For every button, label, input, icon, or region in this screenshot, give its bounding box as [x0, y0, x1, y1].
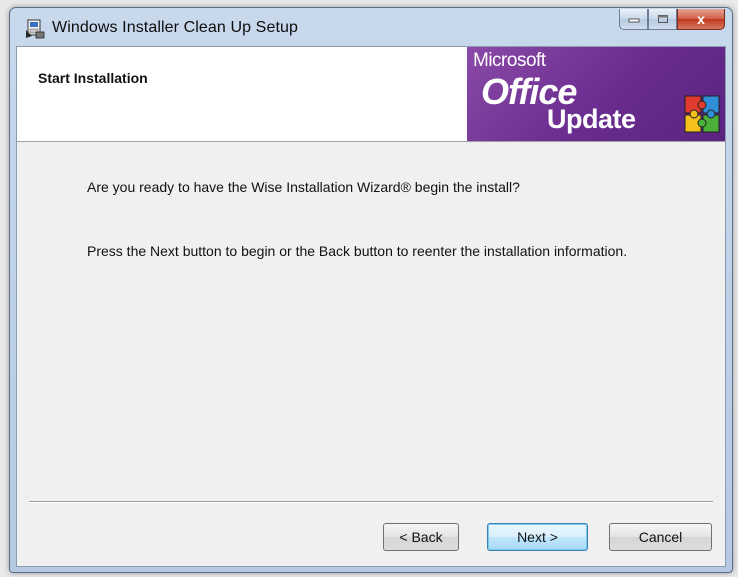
office-update-logo: Microsoft Office Update: [467, 47, 725, 141]
installer-window: Windows Installer Clean Up Setup x Start…: [9, 7, 733, 573]
logo-microsoft-text: Microsoft: [473, 50, 546, 71]
title-bar[interactable]: Windows Installer Clean Up Setup x: [10, 8, 732, 46]
window-title: Windows Installer Clean Up Setup: [52, 19, 298, 36]
close-button[interactable]: x: [677, 9, 725, 30]
page-title: Start Installation: [38, 70, 148, 86]
wizard-banner: Start Installation Microsoft Office Upda…: [17, 47, 725, 142]
caption-buttons: x: [619, 9, 725, 31]
maximize-icon: [657, 15, 668, 23]
next-button[interactable]: Next >: [487, 523, 588, 551]
cancel-button[interactable]: Cancel: [609, 523, 712, 551]
office-puzzle-icon: [684, 95, 720, 133]
minimize-icon: [628, 18, 639, 23]
logo-update-text: Update: [547, 104, 636, 134]
close-icon: x: [697, 11, 705, 27]
button-separator: [29, 501, 713, 503]
maximize-button[interactable]: [648, 9, 677, 30]
instruction-message: Press the Next button to begin or the Ba…: [87, 243, 628, 259]
ready-message: Are you ready to have the Wise Installat…: [87, 179, 520, 195]
wizard-client-area: Start Installation Microsoft Office Upda…: [16, 46, 726, 567]
minimize-button[interactable]: [619, 9, 648, 30]
back-button[interactable]: < Back: [383, 523, 459, 551]
installer-app-icon: [26, 19, 45, 39]
